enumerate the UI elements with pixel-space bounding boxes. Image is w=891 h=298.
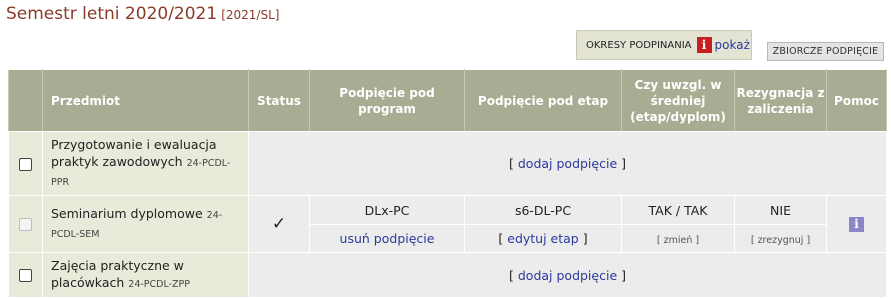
header-przedmiot: Przedmiot [42, 69, 249, 132]
zrezygnuj-cell: [ zrezygnuj ] [734, 224, 827, 253]
etap-cell: s6-DL-PC [464, 195, 622, 225]
edit-cell: [ edytuj etap ] [464, 224, 622, 253]
row-checkbox-disabled [19, 218, 32, 231]
table-row: Seminarium dyplomowe 24-PCDL-SEM ✓ DLx-P… [8, 195, 887, 253]
checkmark-icon: ✓ [271, 214, 287, 234]
header-program: Podpięcie pod program [309, 69, 465, 132]
subject-cell: Seminarium dyplomowe 24-PCDL-SEM [42, 195, 249, 253]
info-icon[interactable]: i [849, 217, 864, 232]
okresy-label: OKRESY PODPINANIA [586, 39, 692, 51]
zmien-cell: [ zmień ] [621, 224, 735, 253]
dodaj-podpiecie-link[interactable]: dodaj podpięcie [518, 268, 617, 283]
bracket-close: ] [582, 231, 588, 246]
zrezygnuj-link[interactable]: [ zrezygnuj ] [751, 235, 810, 246]
subject-cell: Zajęcia praktyczne w placówkach 24-PCDL-… [42, 252, 249, 298]
zmien-link[interactable]: [ zmień ] [657, 235, 699, 246]
program-cell: DLx-PC [309, 195, 465, 225]
add-binding-cell: [ dodaj podpięcie ] [248, 131, 887, 196]
header-srednia: Czy uwzgl. w średniej (etap/dyplom) [621, 69, 735, 132]
subject-cell: Przygotowanie i ewaluacja praktyk zawodo… [42, 131, 249, 196]
help-cell: i [826, 195, 887, 253]
header-pomoc: Pomoc [826, 69, 887, 132]
status-cell: ✓ [248, 195, 310, 253]
bracket-open: [ [508, 267, 514, 283]
header-rezygnacja: Rezygnacja z zaliczenia [734, 69, 827, 132]
bracket-close: ] [621, 267, 627, 283]
remove-cell: usuń podpięcie [309, 224, 465, 253]
bracket-open: [ [508, 156, 514, 171]
rezygnacja-cell: NIE [734, 195, 827, 225]
pokaz-link[interactable]: pokaż [715, 38, 750, 52]
semester-title: Semestr letni 2020/2021 [2021/SL] [6, 4, 279, 24]
row-checkbox-cell [8, 195, 43, 253]
subject-name: Seminarium dyplomowe [51, 206, 203, 221]
zbiorcze-podpiecie-button[interactable]: ZBIORCZE PODPIĘCIE [767, 42, 884, 61]
edytuj-etap-link[interactable]: edytuj etap [507, 231, 578, 246]
subject-code: 24-PCDL-ZPP [128, 279, 190, 290]
semester-code: [2021/SL] [221, 8, 280, 22]
usun-podpiecie-link[interactable]: usuń podpięcie [340, 231, 435, 246]
header-etap: Podpięcie pod etap [464, 69, 622, 132]
semester-name: Semestr letni 2020/2021 [6, 4, 218, 24]
info-icon: i [696, 37, 712, 53]
table-row: Zajęcia praktyczne w placówkach 24-PCDL-… [8, 252, 887, 298]
row-checkbox-cell [8, 131, 43, 196]
subjects-table: Przedmiot Status Podpięcie pod program P… [8, 69, 887, 298]
okresy-podpinania-box: OKRESY PODPINANIA i pokaż [576, 30, 752, 60]
dodaj-podpiecie-link[interactable]: dodaj podpięcie [518, 156, 617, 171]
bracket-close: ] [621, 156, 627, 171]
table-row: Przygotowanie i ewaluacja praktyk zawodo… [8, 131, 887, 196]
bracket-open: [ [498, 231, 504, 246]
table-header-row: Przedmiot Status Podpięcie pod program P… [8, 69, 887, 132]
add-binding-cell: [ dodaj podpięcie ] [248, 252, 887, 298]
row-checkbox[interactable] [19, 269, 32, 282]
srednia-cell: TAK / TAK [621, 195, 735, 225]
header-checkbox [8, 69, 43, 132]
row-checkbox[interactable] [19, 157, 32, 171]
row-checkbox-cell [8, 252, 43, 298]
header-status: Status [248, 69, 310, 132]
